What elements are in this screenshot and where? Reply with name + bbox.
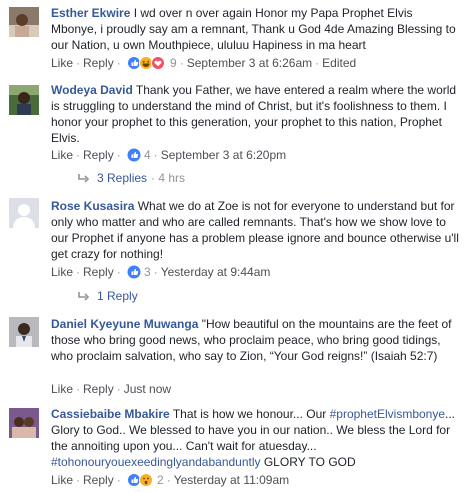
reactions-summary[interactable]: [127, 56, 167, 70]
comment-author[interactable]: Rose Kusasira: [51, 199, 134, 213]
reaction-count: 3: [144, 265, 151, 279]
comment-timestamp[interactable]: Just now: [124, 382, 171, 396]
avatar[interactable]: [9, 408, 39, 438]
love-reaction-icon: [151, 56, 166, 70]
comment-actions: Like · Reply · 4 · September 3 at 6:20pm: [51, 148, 287, 162]
comment-body: Daniel Kyeyune Muwanga "How beautiful on…: [51, 316, 459, 364]
comment-actions: Like · Reply · Just now: [51, 382, 172, 396]
like-link[interactable]: Like: [51, 382, 73, 396]
comment-body: Cassiebaibe Mbakire That is how we honou…: [51, 406, 459, 470]
haha-reaction-icon: [139, 56, 154, 70]
avatar[interactable]: [9, 317, 39, 347]
like-reaction-icon: [127, 148, 141, 162]
reactions-summary[interactable]: [127, 265, 141, 279]
like-reaction-icon: [127, 56, 142, 70]
reply-arrow-icon: [77, 290, 90, 306]
avatar[interactable]: [9, 85, 39, 115]
reply-arrow-icon: [77, 172, 90, 188]
comment-author[interactable]: Cassiebaibe Mbakire: [51, 407, 170, 421]
reply-link[interactable]: Reply: [83, 148, 114, 162]
comment-body: Wodeya David Thank you Father, we have e…: [51, 82, 459, 146]
reply-link[interactable]: Reply: [83, 382, 114, 396]
reply-link[interactable]: Reply: [83, 265, 114, 279]
hashtag-link[interactable]: #prophetElvismbonye: [330, 407, 445, 421]
avatar[interactable]: [9, 198, 39, 228]
hashtag-link[interactable]: #tohonouryouexeedinglyandabanduntly: [51, 455, 261, 469]
wow-reaction-icon: [139, 473, 154, 487]
comment-timestamp[interactable]: Yesterday at 11:09am: [174, 473, 289, 487]
reply-link[interactable]: Reply: [83, 473, 114, 487]
replies-count[interactable]: 3 Replies: [97, 171, 147, 185]
like-reaction-icon: [127, 265, 141, 279]
comment-author[interactable]: Daniel Kyeyune Muwanga: [51, 317, 198, 331]
comment-author[interactable]: Wodeya David: [51, 83, 133, 97]
like-link[interactable]: Like: [51, 473, 73, 487]
replies-count[interactable]: 1 Reply: [97, 289, 138, 303]
reaction-count: 2: [157, 473, 164, 487]
comment-author[interactable]: Esther Ekwire: [51, 6, 130, 20]
reply-link[interactable]: Reply: [83, 56, 114, 70]
view-replies[interactable]: 1 Reply: [77, 288, 138, 304]
reaction-count: 4: [144, 148, 151, 162]
comment-actions: Like · Reply · 3 · Yesterday at 9:44am: [51, 265, 271, 279]
like-link[interactable]: Like: [51, 56, 73, 70]
reactions-summary[interactable]: [127, 148, 141, 162]
comment-body: Esther Ekwire I wd over n over again Hon…: [51, 5, 459, 53]
comment-timestamp[interactable]: September 3 at 6:26am: [187, 56, 312, 70]
reaction-count: 9: [170, 56, 177, 70]
comment-body: Rose Kusasira What we do at Zoe is not f…: [51, 198, 459, 262]
comment-timestamp[interactable]: September 3 at 6:20pm: [161, 148, 286, 162]
like-link[interactable]: Like: [51, 265, 73, 279]
like-link[interactable]: Like: [51, 148, 73, 162]
like-reaction-icon: [127, 473, 142, 487]
edited-label[interactable]: Edited: [322, 56, 356, 70]
comment-actions: Like · Reply · 9 · September 3 at 6:26am · Edit…: [51, 56, 357, 70]
view-replies[interactable]: 3 Replies · 4 hrs: [77, 170, 185, 186]
comment-actions: Like · Reply · 2 · Yesterday at 11:09am: [51, 473, 290, 487]
replies-time: · 4 hrs: [151, 171, 186, 185]
comment-feed: Esther Ekwire I wd over n over again Hon…: [0, 0, 464, 492]
avatar[interactable]: [9, 7, 39, 37]
reactions-summary[interactable]: [127, 473, 154, 487]
comment-timestamp[interactable]: Yesterday at 9:44am: [161, 265, 271, 279]
